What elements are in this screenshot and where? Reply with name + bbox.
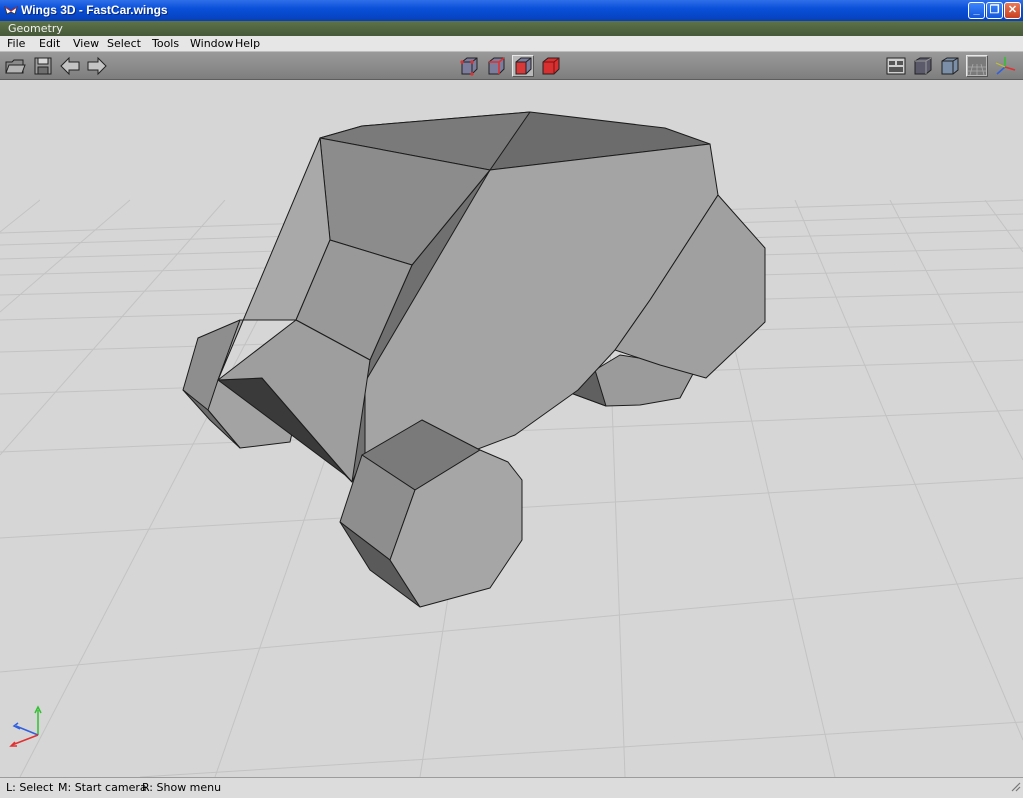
menu-help[interactable]: Help [235,37,260,50]
face-mode-button[interactable] [512,55,534,77]
edge-mode-button[interactable] [485,55,507,77]
wings3d-app-icon [4,6,18,15]
edge-mode-icon [488,57,505,75]
maximize-button[interactable]: ❐ [986,2,1003,19]
ground-plane-button[interactable] [966,55,988,77]
save-icon [34,57,52,75]
undo-arrow-icon [60,56,80,76]
menu-tools[interactable]: Tools [152,37,179,50]
restore-icon: ❐ [989,4,1000,16]
undo-button[interactable] [59,55,81,77]
close-icon: ✕ [1007,4,1018,16]
status-hint-right: R: Show menu [142,781,222,794]
view-axes-indicator [9,705,42,747]
menu-select[interactable]: Select [107,37,141,50]
object-mode-button[interactable] [540,55,562,77]
menu-bar: File Edit View Select Tools Window Help [0,36,1023,52]
workspace-icon [886,57,906,75]
minimize-icon: _ [973,4,980,16]
fastcar-model[interactable] [182,111,766,608]
open-button[interactable] [4,55,26,77]
flat-shading-icon [941,57,959,75]
status-bar: L: Select M: Start camera R: Show menu [0,777,1023,798]
minimize-button[interactable]: _ [968,2,985,19]
resize-grip-icon[interactable] [1009,780,1021,794]
status-hint-middle: M: Start camera [58,781,147,794]
menu-window[interactable]: Window [190,37,233,50]
redo-arrow-icon [87,56,107,76]
save-button[interactable] [32,55,54,77]
menu-edit[interactable]: Edit [39,37,60,50]
axes-icon [995,57,1016,75]
geometry-window-bar[interactable]: Geometry [0,21,1023,36]
vertex-mode-icon [460,57,478,76]
axes-button[interactable] [994,55,1016,77]
menu-file[interactable]: File [7,37,25,50]
workspace-button[interactable] [885,55,907,77]
vertex-mode-button[interactable] [458,55,480,77]
status-hint-left: L: Select [6,781,54,794]
window-titlebar[interactable]: Wings 3D - FastCar.wings _ ❐ ✕ [0,0,1023,21]
toolbar [0,52,1023,80]
object-mode-icon [542,57,560,75]
smooth-shading-icon [914,57,932,75]
redo-button[interactable] [86,55,108,77]
face-mode-icon [515,57,532,75]
window-title: Wings 3D - FastCar.wings [21,3,168,17]
close-button[interactable]: ✕ [1004,2,1021,19]
geometry-window-label: Geometry [8,22,63,35]
flat-shading-button[interactable] [939,55,961,77]
smooth-shading-button[interactable] [912,55,934,77]
geometry-viewport[interactable] [0,80,1023,777]
ground-plane-icon [968,57,986,76]
menu-view[interactable]: View [73,37,99,50]
open-folder-icon [5,59,26,74]
viewport-scene [0,111,1023,777]
